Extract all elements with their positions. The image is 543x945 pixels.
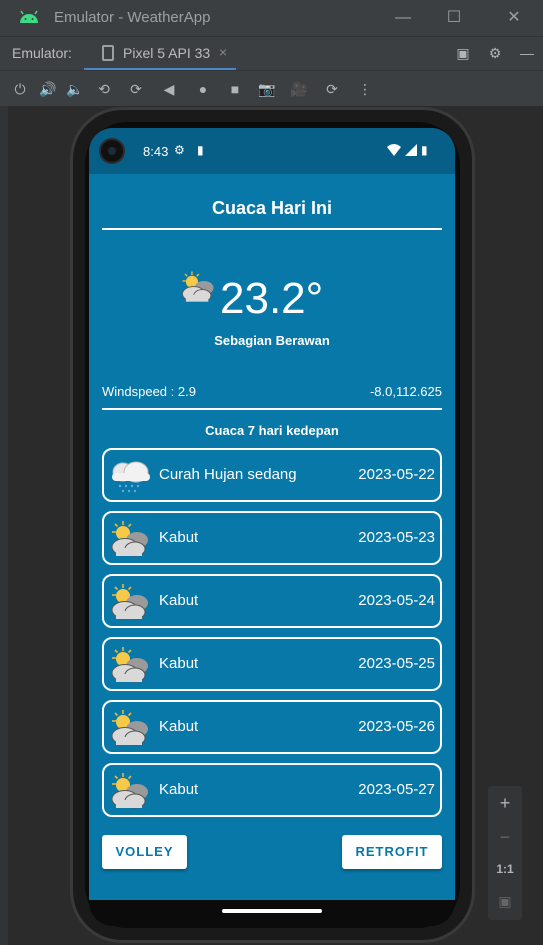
minimize-button[interactable]: — <box>392 7 414 29</box>
front-camera <box>99 138 125 164</box>
coordinates-label: -8.0,112.625 <box>369 384 442 399</box>
zoom-out-button[interactable]: − <box>488 822 522 852</box>
window-titlebar: Emulator - WeatherApp — ☐ ✕ <box>0 0 543 36</box>
zoom-in-button[interactable]: + <box>488 788 522 818</box>
current-temperature: 23.2° <box>220 274 324 323</box>
forecast-date: 2023-05-25 <box>358 655 435 672</box>
device-tab-label: Pixel 5 API 33 <box>123 45 211 61</box>
retrofit-button[interactable]: RETROFIT <box>342 835 442 869</box>
editor-gutter <box>0 106 8 945</box>
battery-icon: ▮ <box>421 143 428 157</box>
emulator-tabbar: Emulator: Pixel 5 API 33 × ▣ ⚙ — <box>0 36 543 71</box>
partly-cloudy-icon <box>182 271 214 303</box>
title-divider <box>102 228 442 230</box>
forecast-date: 2023-05-23 <box>358 529 435 546</box>
sdcard-status-icon: ▮ <box>197 143 204 157</box>
forecast-date: 2023-05-22 <box>358 466 435 483</box>
partly-cloudy-icon <box>111 647 148 683</box>
wifi-icon <box>387 144 401 156</box>
volume-up-icon[interactable]: 🔊 <box>38 79 58 99</box>
forecast-card[interactable]: Kabut 2023-05-26 <box>102 700 442 754</box>
forecast-description: Kabut <box>159 592 199 609</box>
current-description: Sebagian Berawan <box>214 333 330 348</box>
snapshot-icon[interactable]: ⟳ <box>322 79 342 99</box>
zoom-ratio-button[interactable]: 1:1 <box>488 854 522 884</box>
back-icon[interactable]: ◀ <box>159 79 179 99</box>
forecast-heading: Cuaca 7 hari kedepan <box>205 423 339 438</box>
forecast-card[interactable]: Kabut 2023-05-24 <box>102 574 442 628</box>
settings-status-icon: ⚙ <box>174 143 185 157</box>
minimize-panel-icon[interactable]: — <box>517 43 537 63</box>
navigation-bar <box>89 900 455 926</box>
status-time: 8:43 <box>143 144 169 159</box>
zoom-rail: + − 1:1 ▣ <box>488 786 522 920</box>
forecast-description: Kabut <box>159 718 199 735</box>
forecast-date: 2023-05-27 <box>358 781 435 798</box>
partly-cloudy-icon <box>111 521 148 557</box>
forecast-date: 2023-05-26 <box>358 718 435 735</box>
volume-down-icon[interactable]: 🔈 <box>65 79 85 99</box>
page-title: Cuaca Hari Ini <box>211 198 333 218</box>
forecast-date: 2023-05-24 <box>358 592 435 609</box>
forecast-card[interactable]: Curah Hujan sedang 2023-05-22 <box>102 448 442 502</box>
forecast-card[interactable]: Kabut 2023-05-27 <box>102 763 442 817</box>
forecast-description: Kabut <box>159 529 199 546</box>
partly-cloudy-icon <box>111 773 148 809</box>
partly-cloudy-icon <box>111 584 148 620</box>
fit-screen-icon[interactable]: ▣ <box>488 886 522 916</box>
volley-button[interactable]: VOLLEY <box>102 835 187 869</box>
status-bar: 8:43 ⚙ ▮ ▮ <box>89 128 455 174</box>
gear-icon[interactable]: ⚙ <box>485 43 505 63</box>
close-window-button[interactable]: ✕ <box>503 7 525 29</box>
windspeed-label: Windspeed : 2.9 <box>102 384 196 399</box>
signal-icon <box>405 144 417 156</box>
emulator-controls: ⏻ 🔊 🔈 ⟲ ⟳ ◀ ● ■ 📷 🎥 ⟳ ⋮ <box>0 70 543 106</box>
forecast-card[interactable]: Kabut 2023-05-25 <box>102 637 442 691</box>
rotate-left-icon[interactable]: ⟲ <box>94 79 114 99</box>
forecast-description: Kabut <box>159 655 199 672</box>
rain-cloud-icon <box>112 461 150 493</box>
home-gesture-handle[interactable] <box>222 909 322 913</box>
window-title: Emulator - WeatherApp <box>54 9 211 26</box>
android-logo-icon <box>20 10 38 23</box>
maximize-button[interactable]: ☐ <box>443 7 465 29</box>
forecast-card[interactable]: Kabut 2023-05-23 <box>102 511 442 565</box>
emulator-label: Emulator: <box>12 45 72 61</box>
phone-device-icon <box>102 45 114 61</box>
overview-icon[interactable]: ■ <box>225 79 245 99</box>
forecast-description: Kabut <box>159 781 199 798</box>
power-icon[interactable]: ⏻ <box>10 79 30 99</box>
home-icon[interactable]: ● <box>193 79 213 99</box>
screenshot-camera-icon[interactable]: 📷 <box>257 79 277 99</box>
forecast-description: Curah Hujan sedang <box>159 466 297 483</box>
layout-icon[interactable]: ▣ <box>453 43 473 63</box>
screen-record-icon[interactable]: 🎥 <box>289 79 309 99</box>
tab-close-icon[interactable]: × <box>219 44 227 60</box>
more-options-icon[interactable]: ⋮ <box>355 79 375 99</box>
rotate-right-icon[interactable]: ⟳ <box>126 79 146 99</box>
info-divider <box>102 408 442 410</box>
partly-cloudy-icon <box>111 710 148 746</box>
tab-device[interactable]: Pixel 5 API 33 × <box>84 37 236 71</box>
app-screen: 8:43 ⚙ ▮ ▮ Cuaca Hari Ini 23.2° Sebagian… <box>89 128 455 900</box>
